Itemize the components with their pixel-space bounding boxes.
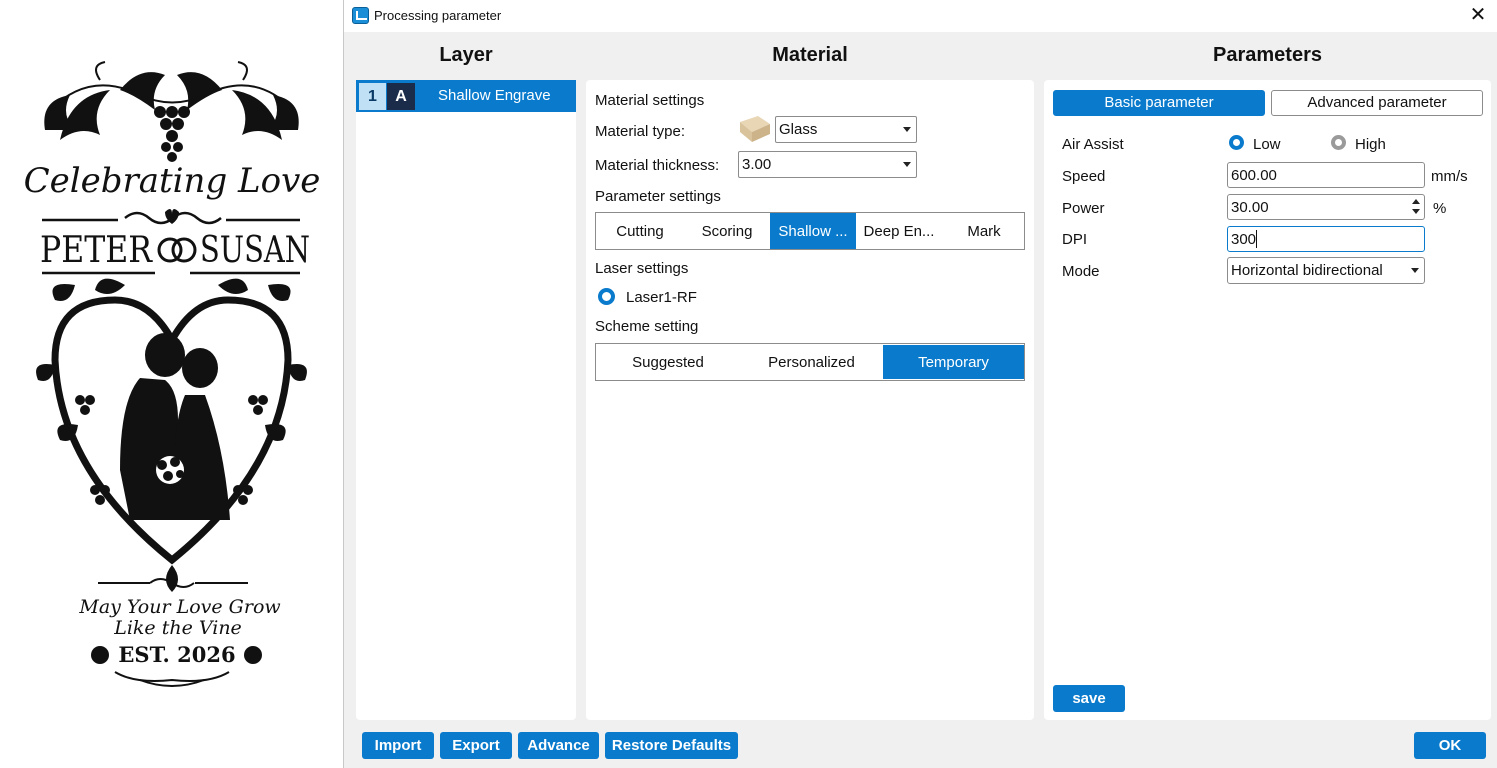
power-input[interactable]: 30.00 [1227,194,1425,220]
scheme-tab-temporary[interactable]: Temporary [883,345,1024,379]
laser-settings-heading: Laser settings [595,260,689,277]
speed-label: Speed [1062,168,1106,185]
scheme-setting-heading: Scheme setting [595,318,699,335]
artwork-established: EST. 2026 [118,642,235,667]
chevron-down-icon [903,127,911,132]
close-icon[interactable]: ✕ [1466,3,1490,27]
air-assist-low-label: Low [1253,136,1281,153]
save-button[interactable]: save [1053,685,1125,712]
material-type-select[interactable]: Glass [775,116,917,143]
param-tab-mark[interactable]: Mark [942,213,1026,249]
layer-header: Layer [439,44,493,66]
advance-button[interactable]: Advance [518,732,599,759]
restore-defaults-button[interactable]: Restore Defaults [605,732,738,759]
processing-parameter-dialog: Processing parameter ✕ Layer Material Pa… [343,0,1497,768]
speed-input[interactable]: 600.00 [1227,162,1425,188]
import-button[interactable]: Import [362,732,434,759]
flower-icon [91,646,109,664]
chevron-down-icon [903,162,911,167]
material-thickness-label: Material thickness: [595,157,720,174]
ok-button[interactable]: OK [1414,732,1486,759]
parameters-header: Parameters [1213,44,1322,66]
wedding-artwork: Celebrating Love PETER SUSAN May Your Lo… [24,61,321,687]
layer-name: Shallow Engrave [438,87,551,104]
text-caret [1256,230,1257,248]
parameter-preset-tabs: Cutting Scoring Shallow ... Deep En... M… [595,212,1025,250]
dpi-input[interactable]: 300 [1227,226,1425,252]
param-tab-shallow[interactable]: Shallow ... [770,213,856,249]
artwork-name-right: SUSAN [200,230,310,271]
tab-advanced-parameter[interactable]: Advanced parameter [1271,90,1483,116]
flower-icon [244,646,262,664]
layer-mode-badge: A [387,83,415,110]
artwork-tagline-2: Like the Vine [113,617,242,639]
air-assist-low-radio[interactable] [1229,135,1244,150]
param-tab-deep[interactable]: Deep En... [856,213,942,249]
material-settings-heading: Material settings [595,92,705,109]
layer-number: 1 [359,83,386,110]
layer-panel: 1 A Shallow Engrave [356,80,576,720]
artwork-script-title: Celebrating Love [24,161,321,201]
air-assist-label: Air Assist [1062,136,1124,153]
material-wood-icon [740,116,770,142]
parameter-settings-heading: Parameter settings [595,188,721,205]
mode-label: Mode [1062,263,1100,280]
couple-silhouette-icon [120,333,230,520]
scheme-tab-suggested[interactable]: Suggested [596,344,740,380]
material-thickness-select[interactable]: 3.00 [738,151,917,178]
layer-row[interactable]: 1 A Shallow Engrave [356,80,576,112]
spinner-icon[interactable] [1411,197,1421,217]
power-label: Power [1062,200,1105,217]
dpi-label: DPI [1062,231,1088,248]
scheme-tabs: Suggested Personalized Temporary [595,343,1025,381]
artwork-name-left: PETER [40,230,153,271]
air-assist-high-label: High [1355,136,1386,153]
power-value: 30.00 [1231,199,1269,216]
speed-unit: mm/s [1431,168,1468,185]
speed-value: 600.00 [1231,167,1277,184]
laser-option-label: Laser1-RF [626,289,697,306]
export-button[interactable]: Export [440,732,512,759]
artwork-tagline-1: May Your Love Grow [78,596,280,618]
param-tab-cutting[interactable]: Cutting [596,213,684,249]
material-panel: Material settings Material type: Glass M… [586,80,1034,720]
material-header: Material [772,44,848,66]
rings-icon [157,237,197,263]
vine-top-icon [44,72,299,162]
app-icon [352,7,369,24]
artwork-canvas: Celebrating Love PETER SUSAN May Your Lo… [0,0,343,768]
parameters-panel: Basic parameter Advanced parameter Air A… [1044,80,1491,720]
chevron-down-icon [1411,268,1419,273]
param-tab-scoring[interactable]: Scoring [684,213,770,249]
tab-basic-parameter[interactable]: Basic parameter [1053,90,1265,116]
power-unit: % [1433,200,1447,217]
mode-select[interactable]: Horizontal bidirectional [1227,257,1425,284]
scheme-tab-personalized[interactable]: Personalized [740,344,883,380]
title-bar: Processing parameter ✕ [344,0,1497,32]
material-thickness-value: 3.00 [742,156,772,173]
mode-value: Horizontal bidirectional [1231,262,1383,279]
dpi-value: 300 [1231,231,1257,248]
window-title: Processing parameter [374,8,502,23]
air-assist-high-radio[interactable] [1331,135,1346,150]
material-type-label: Material type: [595,123,686,140]
material-type-value: Glass [779,121,818,138]
laser-radio[interactable] [598,288,615,305]
